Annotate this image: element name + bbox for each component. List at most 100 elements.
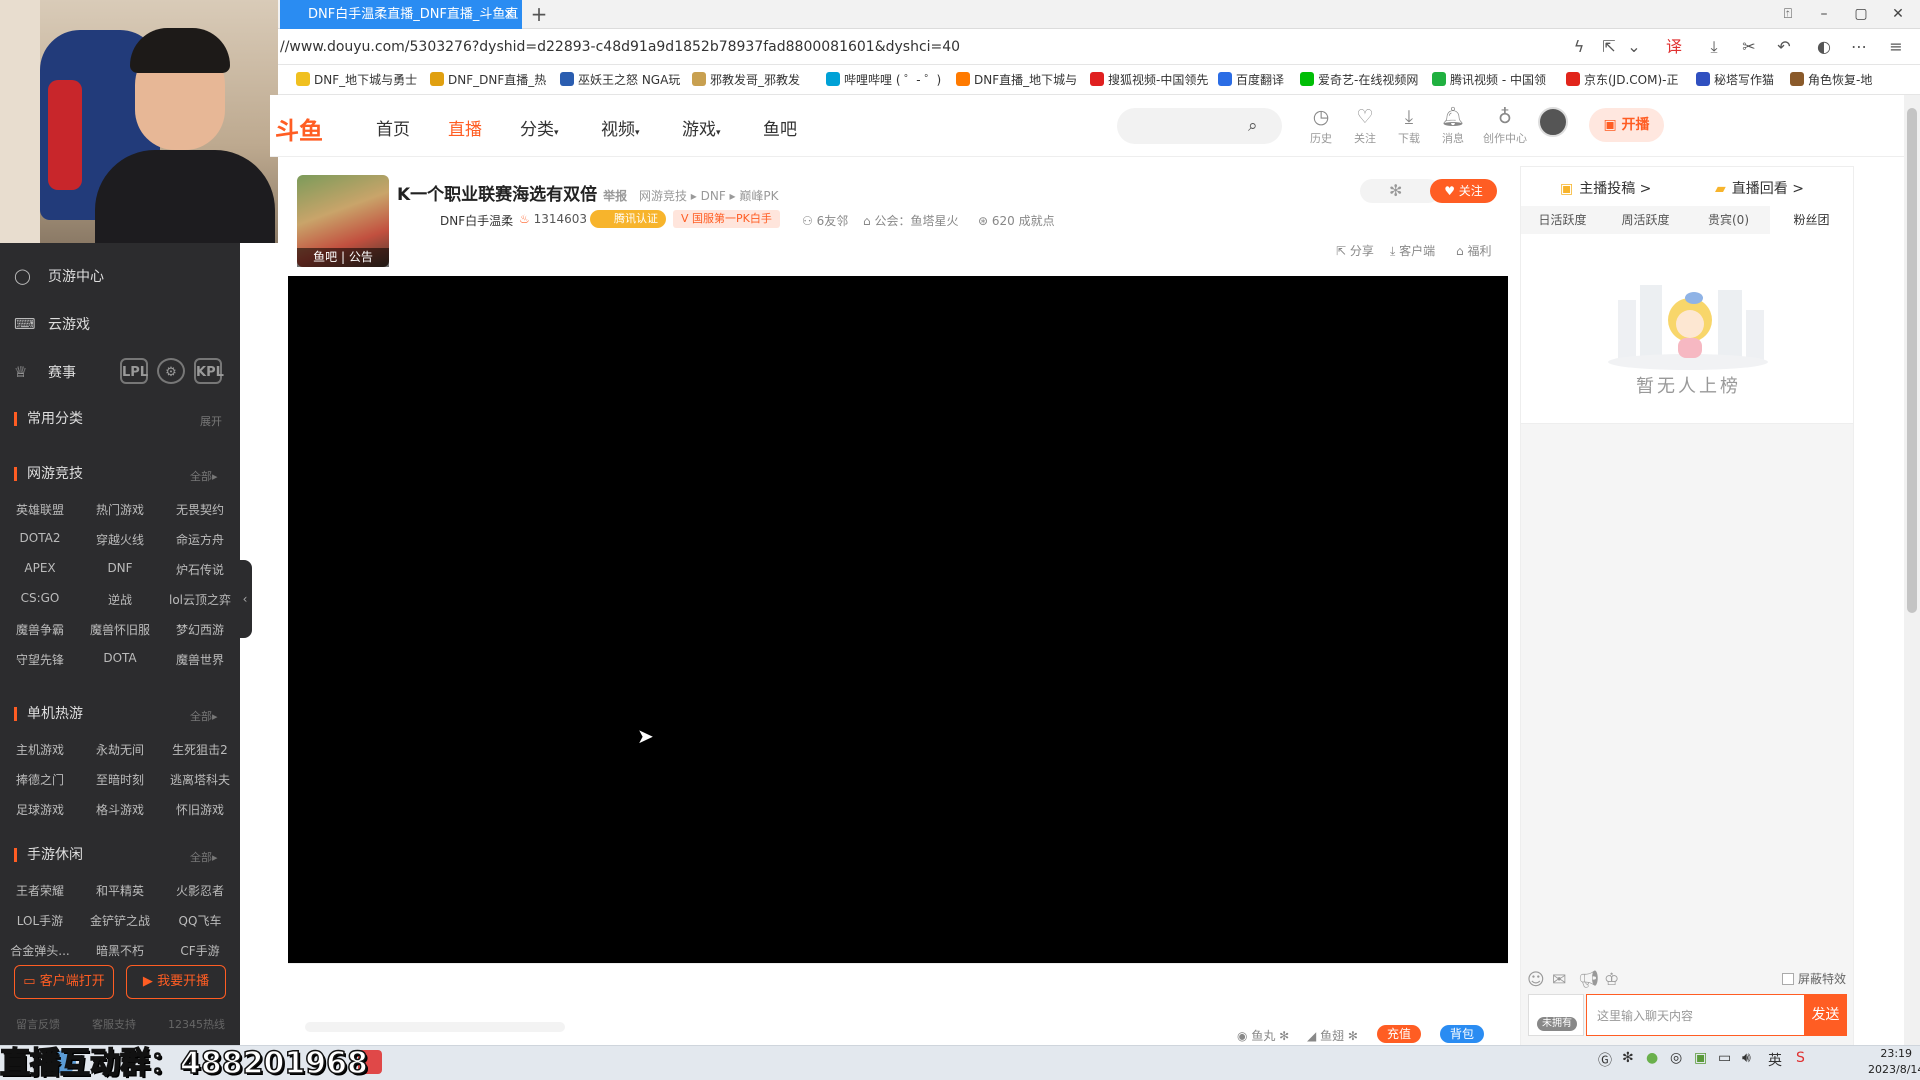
category-link[interactable]: 火影忍者 (160, 882, 240, 899)
category-link[interactable]: DOTA (80, 651, 160, 665)
bookmark-item[interactable]: 百度翻译 (1218, 65, 1284, 95)
tab-daily-activity[interactable]: 日活跃度 (1521, 206, 1604, 234)
avatar[interactable] (1538, 107, 1568, 137)
category-link[interactable]: CS:GO (0, 591, 80, 605)
category-link[interactable]: 王者荣耀 (0, 882, 80, 899)
category-link[interactable]: 梦幻西游 (160, 621, 240, 638)
tab-fan-club[interactable]: 粉丝团 (1770, 206, 1853, 234)
url-field[interactable]: //www.douyu.com/5303276?dyshid=d22893-c4… (280, 29, 960, 65)
bookmark-item[interactable]: DNF_地下城与勇士 (296, 65, 417, 95)
thumbnail-label[interactable]: 鱼吧 | 公告 (297, 248, 389, 267)
expand-link[interactable]: 展开 (200, 413, 222, 429)
maximize-button[interactable]: ▢ (1843, 0, 1879, 29)
category-link[interactable]: 命运方舟 (160, 531, 240, 548)
nav-home[interactable]: 首页 (376, 115, 410, 140)
bookmark-item[interactable]: DNF_DNF直播_热 (430, 65, 546, 95)
header-bell-button[interactable]: 🔔︎ 消息 (1433, 106, 1473, 146)
tab-vip[interactable]: 贵宾(0) (1687, 206, 1770, 234)
start-live-button[interactable]: ▶ 我要开播 (126, 965, 226, 999)
category-link[interactable]: 守望先锋 (0, 651, 80, 668)
bookmark-item[interactable]: 秘塔写作猫 (1696, 65, 1774, 95)
friends-count[interactable]: ⚇ 6友邻 (802, 212, 848, 229)
chat-badge-avatar[interactable]: 未拥有 (1528, 994, 1584, 1036)
category-link[interactable]: 至暗时刻 (80, 771, 160, 788)
tray-icon[interactable]: ◎ (1670, 1050, 1682, 1066)
bookmark-item[interactable]: 搜狐视频-中国领先 (1090, 65, 1208, 95)
network-icon[interactable]: ▭ (1718, 1050, 1731, 1066)
category-link[interactable]: 穿越火线 (80, 531, 160, 548)
douyu-logo[interactable]: 斗鱼 (275, 111, 323, 146)
fish-ball-item[interactable]: ◉ 鱼丸 ✻ (1237, 1027, 1289, 1044)
send-button[interactable]: 发送 (1804, 994, 1847, 1036)
nav-category[interactable]: 分类▾ (520, 115, 559, 140)
client-button[interactable]: ⤓ 客户端 (1390, 242, 1435, 259)
emoji-icon[interactable]: ☺ (1527, 970, 1545, 990)
share-button[interactable]: ⇱ 分享 (1336, 242, 1374, 259)
bookmark-item[interactable]: 腾讯视频 - 中国领 (1432, 65, 1546, 95)
category-link[interactable]: 英雄联盟 (0, 501, 80, 518)
category-link[interactable]: 暗黑不朽 (80, 942, 160, 959)
achievement-points[interactable]: ⊛ 620 成就点 (978, 212, 1055, 229)
category-link[interactable]: 怀旧游戏 (160, 801, 240, 818)
category-link[interactable]: DOTA2 (0, 531, 80, 545)
bookmark-item[interactable]: 巫妖王之怒 NGA玩 (560, 65, 680, 95)
tencent-verified-badge[interactable]: 腾讯认证 (590, 210, 666, 228)
worlds-logo-icon[interactable]: ⚙ (157, 358, 185, 384)
tab-close-icon[interactable]: × (500, 0, 518, 29)
crown-icon[interactable]: ♔ (1604, 970, 1619, 990)
category-link[interactable]: 格斗游戏 (80, 801, 160, 818)
fish-fin-item[interactable]: ◢ 鱼翅 ✻ (1307, 1027, 1358, 1044)
bookmark-item[interactable]: DNF直播_地下城与 (956, 65, 1077, 95)
nav-live[interactable]: 直播 (448, 115, 482, 140)
sidebar-section-title[interactable]: 单机热游 (14, 707, 83, 721)
follow-button[interactable]: ♥ 关注 (1430, 179, 1497, 203)
pin-window-icon[interactable]: ⍐ (1770, 0, 1806, 29)
view-all-link[interactable]: 全部▸ (190, 708, 218, 724)
mail-icon[interactable]: ✉ (1552, 970, 1566, 990)
menu-icon[interactable]: ≡ (1882, 29, 1910, 65)
pk-title-badge[interactable]: V 国服第一PK白手 (673, 210, 780, 228)
view-all-link[interactable]: 全部▸ (190, 468, 218, 484)
category-link[interactable]: 捧德之门 (0, 771, 80, 788)
nav-fishbar[interactable]: 鱼吧 (763, 115, 797, 140)
bookmark-item[interactable]: 哔哩哔哩 ( ゜- ゜) (826, 65, 941, 95)
new-tab-button[interactable]: + (528, 0, 550, 29)
sidebar-item-page-games[interactable]: ◯ 页游中心 (14, 266, 104, 286)
welfare-button[interactable]: ⌂ 福利 (1456, 242, 1491, 259)
nvidia-icon[interactable]: ▣ (1694, 1050, 1707, 1066)
category-link[interactable]: DNF (80, 561, 160, 575)
category-link[interactable]: 金铲铲之战 (80, 912, 160, 929)
lightning-icon[interactable]: ϟ (1565, 29, 1593, 65)
sogou-icon[interactable]: S (1796, 1050, 1805, 1066)
sidebar-item-esports[interactable]: ♕ 赛事 (14, 362, 76, 382)
guild-info[interactable]: ⌂ 公会：鱼塔星火 (863, 212, 958, 229)
recharge-button[interactable]: 充值 (1377, 1025, 1422, 1043)
video-player[interactable] (288, 276, 1508, 963)
undo-icon[interactable]: ↶ (1770, 29, 1798, 65)
volume-icon[interactable]: 🔊︎ (1742, 1050, 1751, 1066)
backpack-button[interactable]: 背包 (1440, 1025, 1485, 1043)
category-link[interactable]: APEX (0, 561, 80, 575)
client-open-button[interactable]: ▭ 客户端打开 (14, 965, 114, 999)
category-link[interactable]: LOL手游 (0, 912, 80, 929)
tray-icon[interactable]: ● (1646, 1050, 1658, 1066)
hotline-link[interactable]: 12345热线 (168, 1016, 225, 1032)
header-download-button[interactable]: ⤓ 下载 (1389, 106, 1429, 146)
sidebar-section-title[interactable]: 手游休闲 (14, 848, 83, 862)
system-clock[interactable]: 23:19 2023/8/14 (1868, 1046, 1920, 1078)
category-link[interactable]: 逆战 (80, 591, 160, 608)
kpl-logo-icon[interactable]: KPL (194, 358, 224, 384)
night-mode-icon[interactable]: ◐ (1810, 29, 1838, 65)
category-link[interactable]: 魔兽世界 (160, 651, 240, 668)
lpl-logo-icon[interactable]: LPL (120, 358, 148, 384)
anchor-submission-link[interactable]: ▣ 主播投稿 > (1560, 178, 1651, 198)
category-link[interactable]: CF手游 (160, 942, 240, 959)
category-link[interactable]: QQ飞车 (160, 912, 240, 929)
category-link[interactable]: 足球游戏 (0, 801, 80, 818)
megaphone-icon[interactable]: 📢︎ (1578, 970, 1600, 990)
share-page-icon[interactable]: ⇱ (1595, 29, 1623, 65)
download-icon[interactable]: ⤓ (1700, 29, 1728, 65)
anchor-name[interactable]: DNF白手温柔 (440, 212, 513, 229)
category-link[interactable]: 永劫无间 (80, 741, 160, 758)
bookmark-item[interactable]: 角色恢复-地 (1790, 65, 1872, 95)
